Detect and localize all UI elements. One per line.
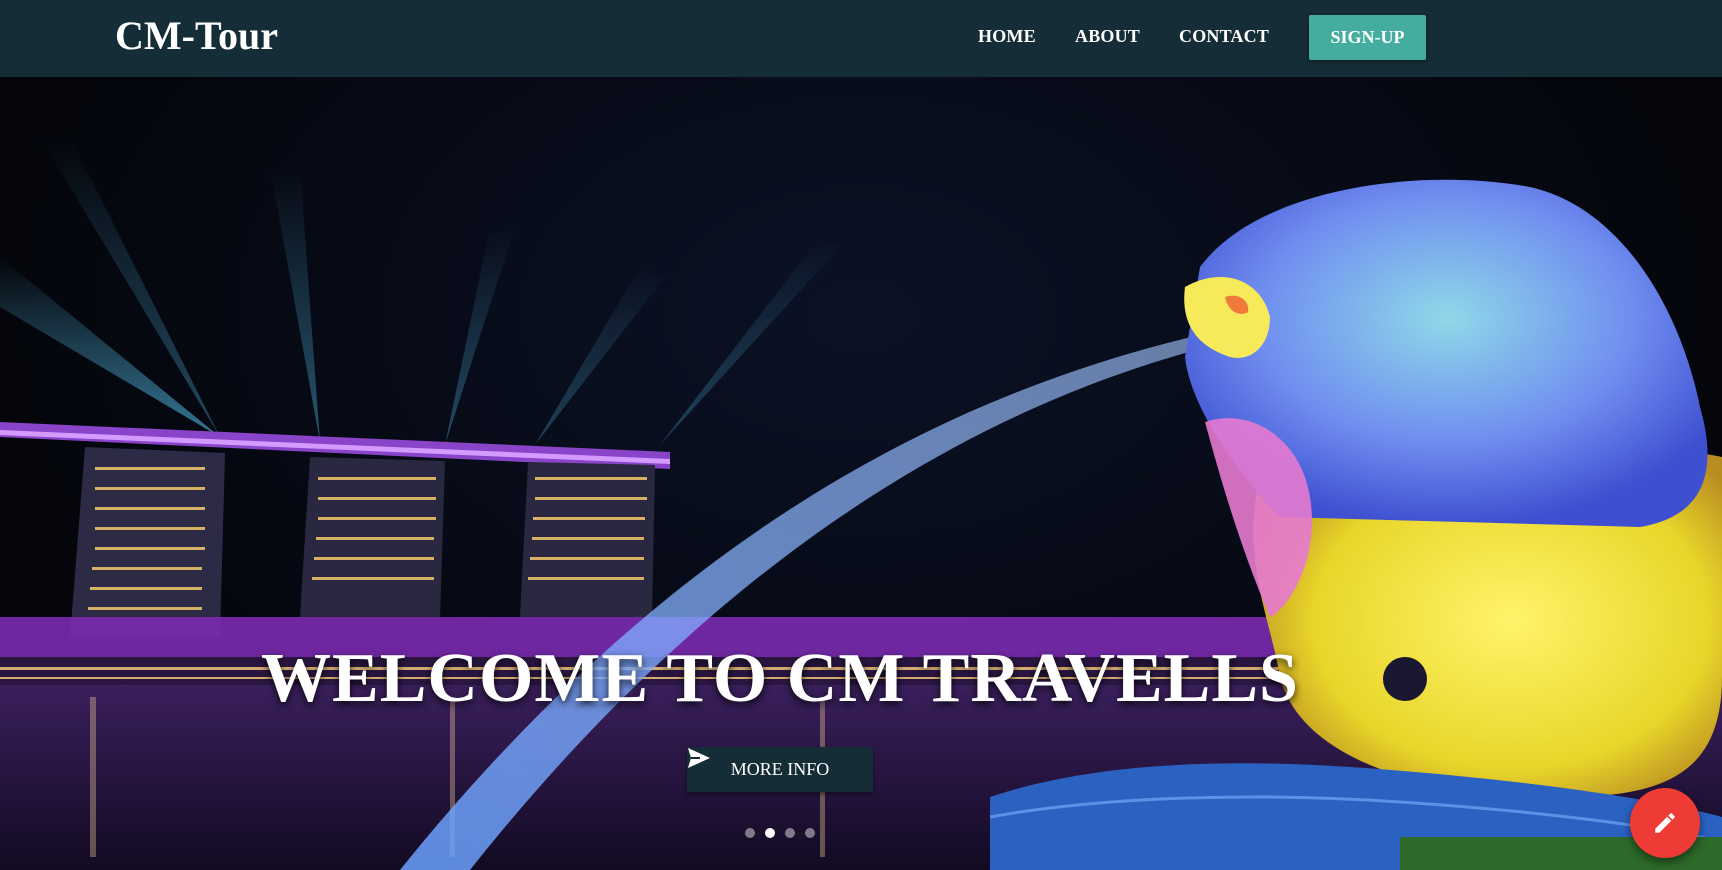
pencil-icon <box>1655 813 1675 833</box>
nav-contact-link[interactable]: CONTACT <box>1179 26 1269 47</box>
nav-home-link[interactable]: HOME <box>978 26 1036 47</box>
hero-headline: WELCOME TO CM TRAVELLS <box>261 640 1299 717</box>
signup-button[interactable]: SIGN-UP <box>1309 15 1426 60</box>
hero-carousel: WELCOME TO CM TRAVELLS MORE INFO <box>0 77 1722 870</box>
more-info-button[interactable]: MORE INFO <box>687 747 873 792</box>
top-navbar: CM-Tour HOME ABOUT CONTACT SIGN-UP <box>0 0 1722 77</box>
send-icon <box>688 748 710 768</box>
carousel-dot-4[interactable] <box>805 828 815 838</box>
carousel-indicators <box>745 828 815 838</box>
nav-about-link[interactable]: ABOUT <box>1075 26 1140 47</box>
carousel-dot-2[interactable] <box>765 828 775 838</box>
more-info-label: MORE INFO <box>730 759 830 779</box>
edit-fab-button[interactable] <box>1630 788 1700 858</box>
carousel-dot-3[interactable] <box>785 828 795 838</box>
carousel-dot-1[interactable] <box>745 828 755 838</box>
brand-logo[interactable]: CM-Tour <box>115 12 278 59</box>
